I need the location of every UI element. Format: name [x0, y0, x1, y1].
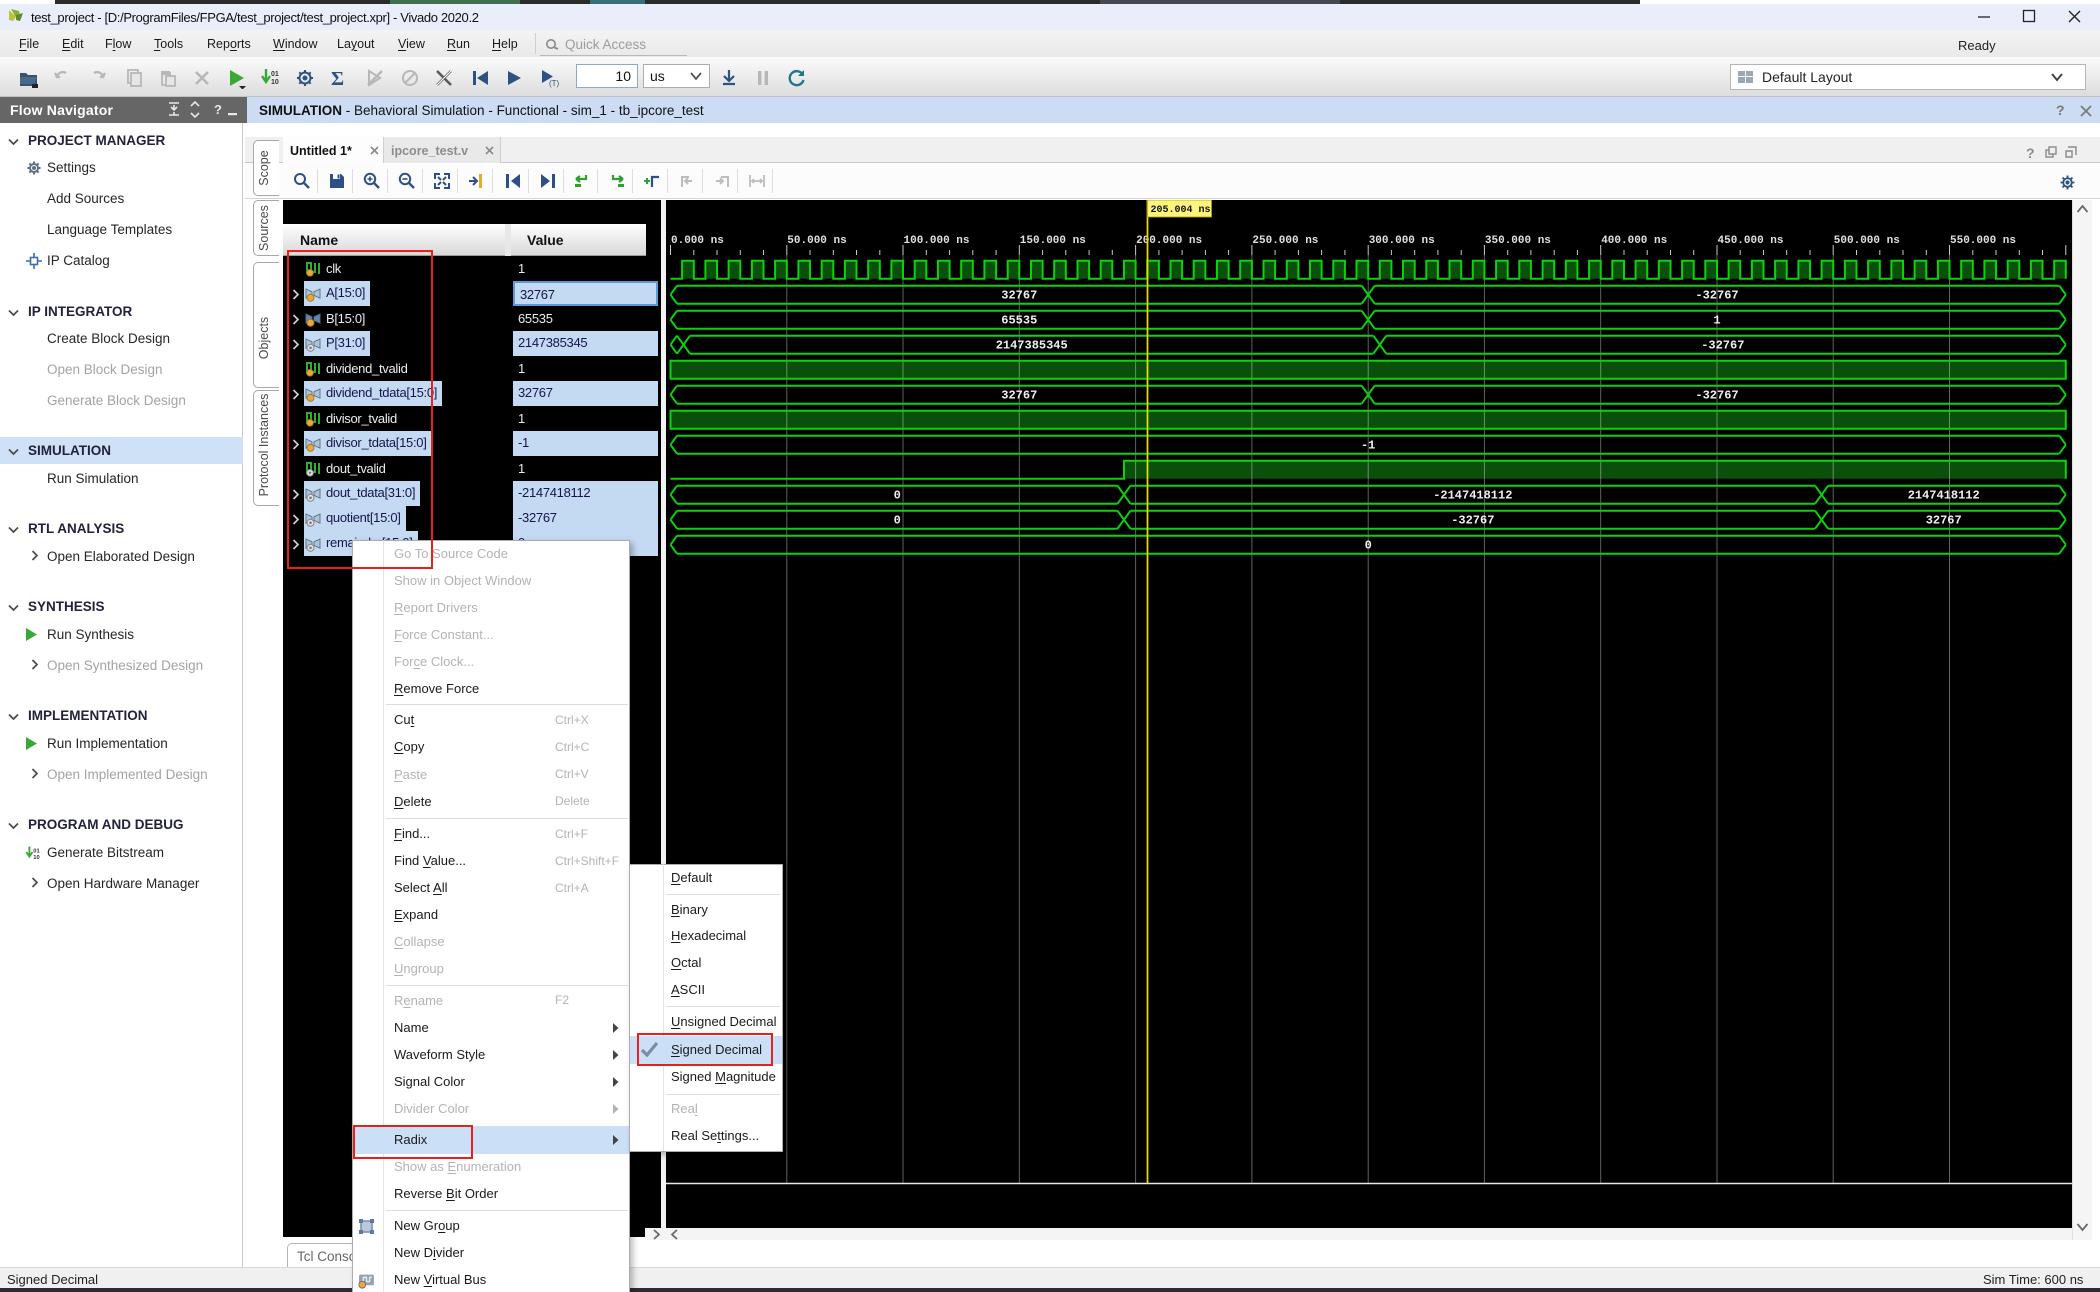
svg-text:-32767: -32767 — [1701, 339, 1744, 353]
svg-text:2147385345: 2147385345 — [996, 339, 1068, 353]
svg-text:-32767: -32767 — [1451, 514, 1494, 528]
svg-text:32767: 32767 — [1926, 514, 1962, 528]
svg-text:100.000 ns: 100.000 ns — [904, 235, 970, 247]
svg-text:?: ? — [214, 102, 222, 117]
svg-text:300.000 ns: 300.000 ns — [1369, 235, 1435, 247]
svg-text:2147418112: 2147418112 — [1908, 489, 1980, 503]
svg-text:?: ? — [2026, 146, 2035, 160]
svg-text:150.000 ns: 150.000 ns — [1020, 235, 1086, 247]
svg-text:-1: -1 — [1361, 439, 1375, 453]
svg-text:0: 0 — [1365, 539, 1372, 553]
svg-text:350.000 ns: 350.000 ns — [1485, 235, 1551, 247]
svg-text:10: 10 — [271, 79, 279, 86]
svg-text:?: ? — [2056, 103, 2065, 118]
svg-text:32767: 32767 — [1001, 289, 1037, 303]
svg-text:0: 0 — [894, 489, 901, 503]
svg-text:250.000 ns: 250.000 ns — [1252, 235, 1318, 247]
svg-text:50.000 ns: 50.000 ns — [787, 235, 846, 247]
svg-text:400.000 ns: 400.000 ns — [1601, 235, 1667, 247]
svg-text:0.000 ns: 0.000 ns — [671, 235, 724, 247]
svg-text:-2147418112: -2147418112 — [1433, 489, 1512, 503]
svg-text:01: 01 — [271, 71, 279, 78]
svg-text:550.000 ns: 550.000 ns — [1950, 235, 2016, 247]
svg-text:1: 1 — [1713, 314, 1720, 328]
svg-text:-32767: -32767 — [1695, 289, 1738, 303]
svg-text:450.000 ns: 450.000 ns — [1718, 235, 1784, 247]
svg-text:0: 0 — [894, 514, 901, 528]
svg-text:Σ: Σ — [331, 68, 344, 89]
svg-text:200.000 ns: 200.000 ns — [1136, 235, 1202, 247]
svg-text:01: 01 — [33, 849, 40, 855]
svg-text:-32767: -32767 — [1695, 389, 1738, 403]
svg-text:205.004 ns: 205.004 ns — [1151, 205, 1211, 216]
svg-text:65535: 65535 — [1001, 314, 1037, 328]
svg-text:32767: 32767 — [1001, 389, 1037, 403]
svg-text:(T): (T) — [549, 79, 560, 88]
svg-text:10: 10 — [33, 855, 39, 861]
svg-text:500.000 ns: 500.000 ns — [1834, 235, 1900, 247]
